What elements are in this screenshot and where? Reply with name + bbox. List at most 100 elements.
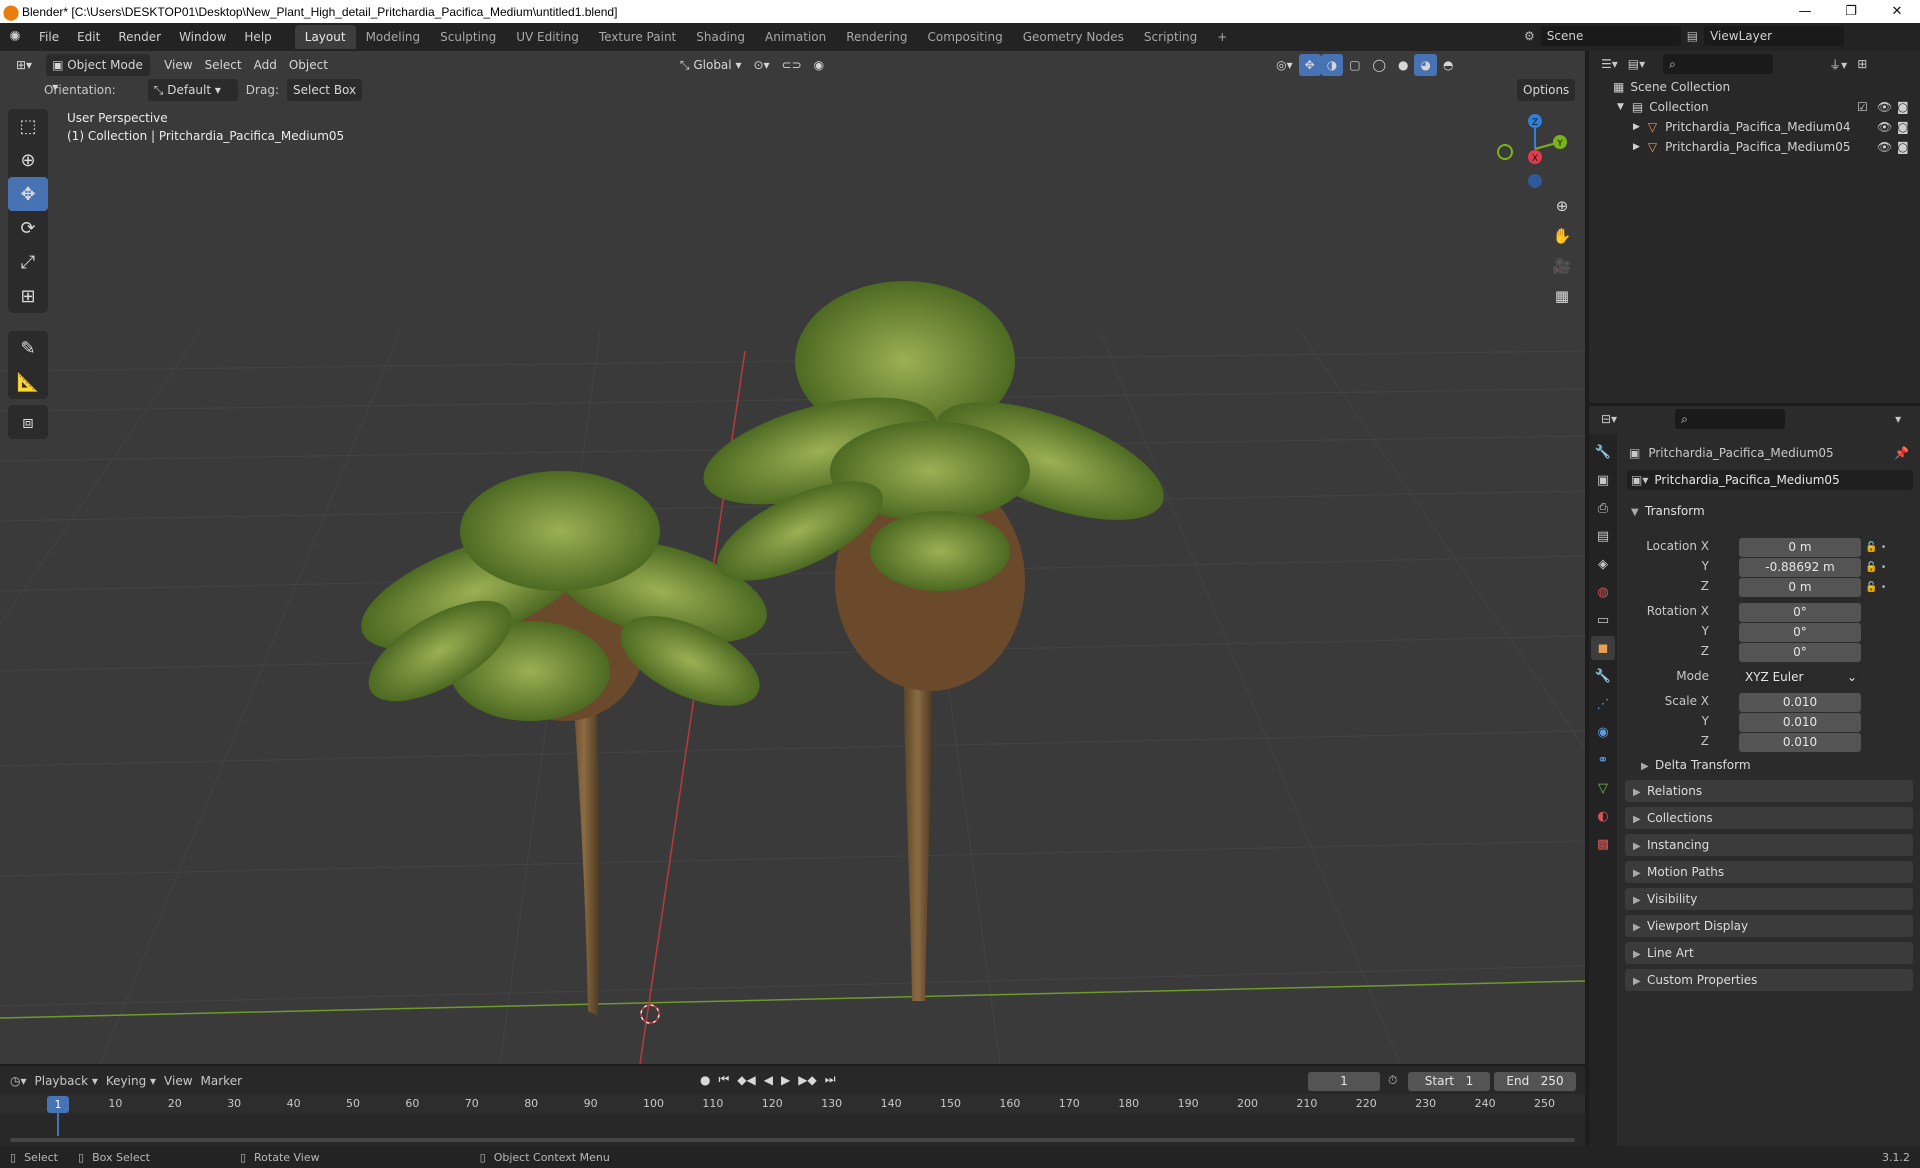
- rotation-y-field[interactable]: 0°: [1739, 623, 1861, 642]
- blender-menu-icon[interactable]: ✺: [0, 29, 30, 45]
- overlays-icon[interactable]: ◑: [1320, 54, 1344, 76]
- menu-window[interactable]: Window: [170, 23, 235, 51]
- location-x-field[interactable]: 0 m: [1739, 538, 1861, 557]
- pan-hand-icon[interactable]: ✋: [1549, 223, 1575, 249]
- jump-end-icon[interactable]: ⏭: [825, 1072, 836, 1087]
- start-frame-field[interactable]: Start 1: [1408, 1072, 1490, 1091]
- tab-layout[interactable]: Layout: [294, 25, 356, 49]
- gizmo-toggle-icon[interactable]: ✥: [1298, 54, 1321, 76]
- tab-modeling[interactable]: Modeling: [356, 25, 431, 49]
- solid-shading-icon[interactable]: ●: [1392, 54, 1414, 76]
- view-layer-selector[interactable]: ViewLayer: [1704, 26, 1845, 46]
- timeline-editor-icon[interactable]: ◷▾: [10, 1074, 27, 1088]
- wireframe-shading-icon[interactable]: ◯: [1367, 54, 1392, 76]
- scale-y-field[interactable]: 0.010: [1739, 713, 1861, 732]
- options-button[interactable]: Options: [1517, 79, 1576, 101]
- move-tool-icon[interactable]: ✥: [8, 177, 48, 211]
- record-icon[interactable]: ●: [700, 1073, 710, 1087]
- pin-icon[interactable]: 📌: [1894, 446, 1909, 460]
- view-layer-icon[interactable]: ▤: [1687, 29, 1698, 43]
- texture-tab-icon[interactable]: ▩: [1591, 832, 1615, 856]
- scene-selector[interactable]: Scene: [1540, 26, 1681, 46]
- expand-chevron-icon[interactable]: ▼: [1617, 102, 1624, 112]
- pivot-point-icon[interactable]: ⊙▾: [747, 54, 775, 76]
- filter-icon[interactable]: ⏚▾: [1829, 56, 1847, 73]
- timeline-menu-playback[interactable]: Playback ▾: [35, 1074, 98, 1088]
- lock-icon[interactable]: 🔓 •: [1865, 578, 1905, 598]
- tab-texture-paint[interactable]: Texture Paint: [589, 25, 686, 49]
- material-tab-icon[interactable]: ◐: [1591, 804, 1615, 828]
- menu-file[interactable]: File: [30, 23, 68, 51]
- collapse-chevron-icon[interactable]: ▶: [1633, 142, 1640, 152]
- outliner-display-mode-icon[interactable]: ▤▾: [1628, 57, 1645, 71]
- outliner-search-input[interactable]: ⌕: [1663, 54, 1774, 74]
- viewport-menu-select[interactable]: Select: [199, 54, 248, 76]
- panel-collections[interactable]: ▶ Collections: [1625, 807, 1913, 829]
- timeline-menu-keying[interactable]: Keying ▾: [106, 1074, 156, 1088]
- rotate-tool-icon[interactable]: ⟳: [8, 211, 48, 245]
- location-z-field[interactable]: 0 m: [1739, 578, 1861, 597]
- xray-icon[interactable]: ▢: [1343, 54, 1366, 76]
- scale-x-field[interactable]: 0.010: [1739, 693, 1861, 712]
- lock-icon[interactable]: 🔓 •: [1865, 558, 1905, 578]
- outliner-scene-collection[interactable]: ▦ Scene Collection: [1589, 77, 1920, 97]
- constraints-tab-icon[interactable]: ⚭: [1591, 748, 1615, 772]
- transform-tool-icon[interactable]: ⊞: [8, 279, 48, 313]
- tab-geometry-nodes[interactable]: Geometry Nodes: [1013, 25, 1134, 49]
- scale-z-field[interactable]: 0.010: [1739, 733, 1861, 752]
- 3d-viewport[interactable]: ⊞▾ ▣ Object Mode ▾ View Select Add Objec…: [0, 51, 1585, 1064]
- outliner-collection[interactable]: ▼ ▤ Collection ☑ 👁 ◙: [1589, 97, 1920, 117]
- menu-edit[interactable]: Edit: [68, 23, 109, 51]
- delta-transform-header[interactable]: ▶ Delta Transform: [1641, 758, 1751, 772]
- viewport-scene[interactable]: [0, 51, 1585, 1064]
- viewport-menu-object[interactable]: Object: [283, 54, 334, 76]
- stopwatch-icon[interactable]: ⏱: [1388, 1073, 1397, 1088]
- item-eye-icon[interactable]: 👁: [1877, 120, 1892, 134]
- menu-render[interactable]: Render: [109, 23, 170, 51]
- properties-editor-icon[interactable]: ⊟▾: [1601, 412, 1617, 426]
- item-camera-icon[interactable]: ◙: [1897, 120, 1909, 134]
- panel-line-art[interactable]: ▶ Line Art: [1625, 942, 1913, 964]
- current-frame-field[interactable]: 1: [1308, 1072, 1380, 1091]
- new-collection-icon[interactable]: ⊞: [1857, 57, 1867, 71]
- panel-viewport-display[interactable]: ▶ Viewport Display: [1625, 915, 1913, 937]
- lock-icon[interactable]: 🔓 •: [1865, 538, 1905, 558]
- rotation-z-field[interactable]: 0°: [1739, 643, 1861, 662]
- outliner-editor-icon[interactable]: ☰▾: [1601, 57, 1618, 71]
- visibility-icon[interactable]: ◎▾: [1270, 54, 1299, 76]
- playhead-marker[interactable]: 1: [47, 1096, 69, 1113]
- next-keyframe-icon[interactable]: ▶◆: [798, 1073, 816, 1087]
- tab-compositing[interactable]: Compositing: [917, 25, 1012, 49]
- drag-selector[interactable]: Select Box: [286, 79, 363, 101]
- collection-eye-icon[interactable]: 👁: [1877, 100, 1892, 114]
- panel-visibility[interactable]: ▶ Visibility: [1625, 888, 1913, 910]
- maximize-button[interactable]: ❐: [1828, 0, 1874, 23]
- snap-icon[interactable]: ⊂⊃: [776, 54, 808, 76]
- viewport-menu-view[interactable]: View: [158, 54, 198, 76]
- collection-camera-icon[interactable]: ◙: [1897, 100, 1909, 114]
- select-box-tool-icon[interactable]: ⬚: [8, 109, 48, 143]
- object-name-field[interactable]: ▣▾ Pritchardia_Pacifica_Medium05: [1627, 470, 1913, 490]
- viewport-menu-add[interactable]: Add: [248, 54, 283, 76]
- add-workspace-button[interactable]: +: [1207, 25, 1237, 49]
- timeline-scrollbar[interactable]: [10, 1138, 1575, 1142]
- orientation-selector[interactable]: ⤡ Default ▾: [147, 79, 238, 101]
- annotate-tool-icon[interactable]: ✎: [8, 331, 48, 365]
- mode-selector[interactable]: ▣ Object Mode ▾: [46, 54, 151, 94]
- tab-sculpting[interactable]: Sculpting: [430, 25, 506, 49]
- tab-shading[interactable]: Shading: [686, 25, 755, 49]
- tab-scripting[interactable]: Scripting: [1134, 25, 1207, 49]
- rotation-x-field[interactable]: 0°: [1739, 603, 1861, 622]
- transform-panel-header[interactable]: ▼ Transform: [1625, 500, 1913, 522]
- tab-uv-editing[interactable]: UV Editing: [506, 25, 589, 49]
- output-tab-icon[interactable]: ⎙: [1591, 496, 1615, 520]
- outliner-item-medium05[interactable]: ▶ ▽ Pritchardia_Pacifica_Medium05 👁 ◙: [1589, 137, 1920, 157]
- panel-motion-paths[interactable]: ▶ Motion Paths: [1625, 861, 1913, 883]
- proportional-edit-icon[interactable]: ◉: [808, 54, 830, 76]
- editor-type-icon[interactable]: ⊞▾: [10, 54, 38, 76]
- panel-custom-properties[interactable]: ▶ Custom Properties: [1625, 969, 1913, 991]
- camera-icon[interactable]: 🎥: [1549, 253, 1575, 279]
- data-tab-icon[interactable]: ▽: [1591, 776, 1615, 800]
- timeline-menu-marker[interactable]: Marker: [201, 1074, 242, 1088]
- properties-search-input[interactable]: ⌕: [1675, 409, 1786, 429]
